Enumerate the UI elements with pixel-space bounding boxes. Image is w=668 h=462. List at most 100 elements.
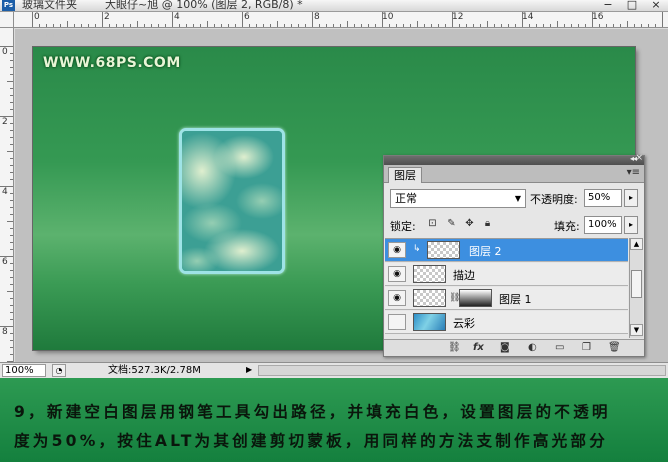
eye-icon[interactable]: ◉	[388, 290, 406, 306]
ruler-label: 6	[244, 12, 250, 22]
ruler-tick	[10, 95, 13, 96]
ruler-tick	[627, 21, 628, 27]
layer-name[interactable]: 图层 1	[499, 291, 532, 307]
layer-name[interactable]: 描边	[453, 267, 475, 283]
folder-label[interactable]: 玻璃文件夹	[22, 0, 77, 11]
minimize-icon[interactable]: −	[600, 0, 616, 11]
ruler-tick	[347, 21, 348, 27]
ruler-corner[interactable]	[0, 12, 14, 28]
maximize-icon[interactable]: □	[624, 0, 640, 11]
scroll-down-icon[interactable]: ▼	[630, 324, 643, 336]
ruler-tick	[445, 24, 446, 27]
layer-name[interactable]: 图层 2	[469, 243, 502, 259]
ruler-tick	[95, 24, 96, 27]
layer-thumbnail	[413, 289, 446, 307]
trash-icon[interactable]: 🗑︎	[608, 342, 621, 354]
instruction-text: 9，新建空白图层用钢笔工具勾出路径，并填充白色，设置图层的不透明 度为50%，按…	[14, 398, 662, 456]
ruler-tick	[291, 24, 292, 27]
tab-layers[interactable]: 图层	[388, 167, 422, 183]
ruler-tick	[410, 24, 411, 27]
ruler-tick	[10, 347, 13, 348]
ruler-tick	[508, 24, 509, 27]
ruler-label: 2	[2, 117, 8, 127]
mask-icon[interactable]: ◙	[500, 342, 510, 354]
layer-row[interactable]: ◉ 描边	[385, 263, 628, 286]
link-icon[interactable]: ⛓	[448, 342, 461, 354]
ruler-tick	[256, 24, 257, 27]
group-icon[interactable]: ▭	[555, 342, 564, 354]
ruler-tick	[10, 123, 13, 124]
layers-scrollbar[interactable]: ▲ ▼	[629, 238, 643, 338]
ruler-tick	[501, 24, 502, 27]
ruler-tick	[564, 24, 565, 27]
zoom-field[interactable]: 100%	[2, 364, 46, 377]
ruler-tick	[578, 24, 579, 27]
lock-transparency-icon[interactable]: ⊡	[427, 218, 438, 229]
eye-icon[interactable]: ◉	[388, 266, 406, 282]
ruler-tick	[10, 74, 13, 75]
ruler-tick	[466, 24, 467, 27]
ruler-tick	[214, 24, 215, 27]
instruction-line-1: 9，新建空白图层用钢笔工具勾出路径，并填充白色，设置图层的不透明	[14, 403, 611, 421]
panel-footer: ⛓ fx ◙ ◐ ▭ ❐ 🗑︎	[384, 339, 644, 356]
layer-name[interactable]: 云彩	[453, 315, 475, 331]
ruler-tick	[10, 277, 13, 278]
layer-row[interactable]: ◉ ↳ 图层 2	[385, 239, 628, 262]
panel-close-icon[interactable]: ×	[635, 153, 643, 163]
horizontal-scrollbar[interactable]	[258, 365, 666, 376]
ruler-tick	[487, 21, 488, 27]
sky-glass-card[interactable]	[179, 128, 285, 274]
close-icon[interactable]: ×	[648, 0, 664, 11]
lock-pixels-icon[interactable]: ✎	[446, 218, 457, 229]
fill-slider-button[interactable]: ▸	[624, 216, 638, 234]
adjustment-icon[interactable]: ◐	[528, 342, 537, 354]
opacity-field[interactable]: 50%	[584, 189, 622, 207]
panel-menu-icon[interactable]: ▾≡	[627, 167, 640, 178]
panel-header[interactable]: ◂◂ ×	[384, 153, 644, 165]
blend-mode-value: 正常	[395, 192, 417, 205]
ruler-tick	[88, 24, 89, 27]
ruler-tick	[10, 235, 13, 236]
ruler-tick	[158, 24, 159, 27]
blend-mode-select[interactable]: 正常 ▼	[390, 189, 526, 208]
ruler-tick	[0, 186, 13, 187]
ruler-tick	[7, 81, 13, 82]
ruler-tick	[298, 24, 299, 27]
scroll-thumb[interactable]	[631, 270, 642, 298]
fill-field[interactable]: 100%	[584, 216, 622, 234]
vertical-ruler[interactable]: 0 2 4 6 8	[0, 28, 14, 362]
ruler-tick	[417, 21, 418, 27]
ruler-tick	[319, 24, 320, 27]
ruler-tick	[340, 24, 341, 27]
ruler-label: 2	[104, 12, 110, 22]
ruler-label: 0	[34, 12, 40, 22]
ruler-tick	[396, 24, 397, 27]
ruler-label: 10	[382, 12, 394, 22]
lock-position-icon[interactable]: ✥	[464, 218, 475, 229]
ruler-tick	[116, 24, 117, 27]
fx-icon[interactable]: fx	[473, 342, 484, 354]
ruler-tick	[515, 24, 516, 27]
ruler-tick	[242, 12, 243, 27]
layer-row[interactable]: ◉ 云彩	[385, 311, 628, 334]
layer-row[interactable]: ◉ ⛓ 图层 1	[385, 287, 628, 310]
ruler-tick	[438, 24, 439, 27]
ruler-tick	[550, 24, 551, 27]
status-menu-icon[interactable]: ◔	[52, 364, 66, 377]
horizontal-ruler[interactable]: 0 2 4 6 8 10 12 14 16	[14, 12, 668, 28]
opacity-slider-button[interactable]: ▸	[624, 189, 638, 207]
eye-icon[interactable]: ◉	[388, 242, 406, 258]
ruler-tick	[221, 24, 222, 27]
ruler-tick	[10, 249, 13, 250]
scroll-up-icon[interactable]: ▲	[630, 238, 643, 250]
layer-mask-thumbnail[interactable]	[459, 289, 492, 307]
new-layer-icon[interactable]: ❐	[582, 342, 591, 354]
status-arrow-icon[interactable]: ▶	[246, 365, 252, 374]
eye-icon[interactable]: ◉	[388, 314, 406, 330]
ruler-tick	[10, 67, 13, 68]
ruler-tick	[102, 12, 103, 27]
ruler-tick	[39, 24, 40, 27]
ruler-tick	[10, 53, 13, 54]
lock-all-icon[interactable]: 🔒︎	[482, 218, 493, 229]
ruler-tick	[32, 12, 33, 27]
